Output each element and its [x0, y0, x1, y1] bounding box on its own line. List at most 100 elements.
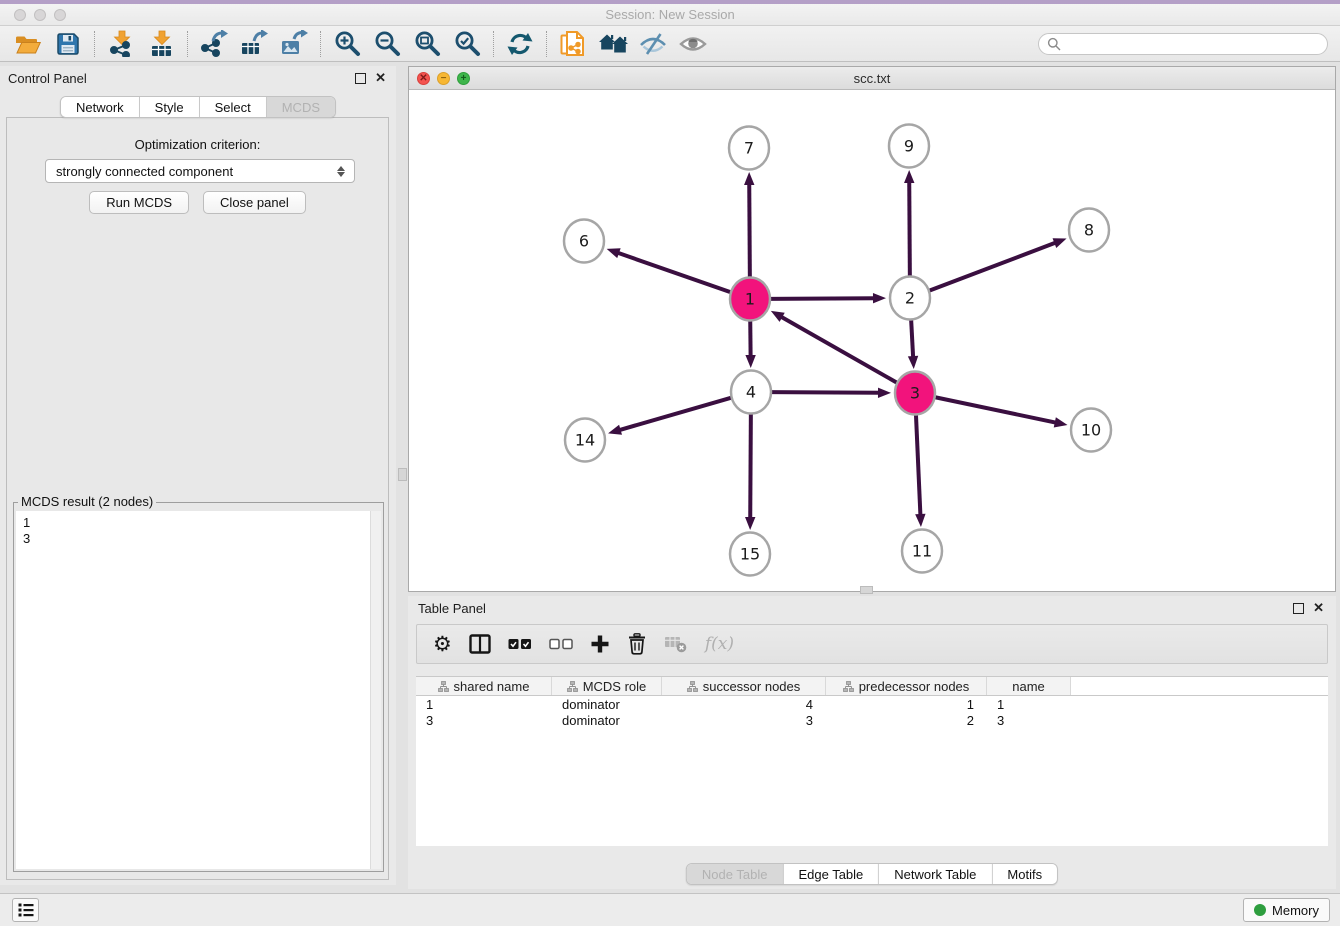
mcds-result-title: MCDS result (2 nodes): [18, 494, 156, 509]
node-label-7: 7: [744, 139, 754, 158]
edge-3-1[interactable]: [780, 316, 897, 383]
node-label-9: 9: [904, 137, 914, 156]
mcds-result-list[interactable]: 1 3: [16, 511, 370, 869]
column-header-successor-nodes[interactable]: successor nodes: [662, 677, 826, 695]
edge-4-14[interactable]: [619, 398, 732, 431]
save-session-button[interactable]: [48, 28, 88, 60]
control-panel-header: Control Panel ✕: [0, 66, 396, 92]
export-image-button[interactable]: [274, 28, 314, 60]
attribute-icon: [438, 681, 449, 692]
delete-column-icon[interactable]: [627, 633, 647, 655]
arrowhead-icon: [745, 517, 755, 530]
cell-name: 1: [987, 697, 1071, 712]
edge-2-9[interactable]: [909, 181, 910, 278]
hide-graphics-details-button[interactable]: [633, 28, 673, 60]
open-session-button[interactable]: [8, 28, 48, 60]
toolbar-separator: [187, 31, 188, 57]
apply-layout-button[interactable]: [500, 28, 540, 60]
column-header-predecessor-nodes[interactable]: predecessor nodes: [826, 677, 987, 695]
export-table-button[interactable]: [234, 28, 274, 60]
horizontal-splitter-handle[interactable]: [860, 586, 873, 594]
export-network-button[interactable]: [194, 28, 234, 60]
network-canvas[interactable]: 1234678910111415: [409, 90, 1335, 591]
table-row[interactable]: 1 dominator 4 1 1: [416, 696, 1328, 712]
deselect-all-columns-icon[interactable]: [549, 638, 573, 650]
column-header-mcds-role[interactable]: MCDS role: [552, 677, 662, 695]
float-table-panel-icon[interactable]: [1293, 603, 1304, 614]
column-header-shared-name[interactable]: shared name: [416, 677, 552, 695]
zoom-in-button[interactable]: [327, 28, 367, 60]
arrowhead-icon: [771, 311, 785, 322]
cell-name: 3: [987, 713, 1071, 728]
show-graphics-details-button[interactable]: [673, 28, 713, 60]
tab-mcds[interactable]: MCDS: [267, 97, 335, 117]
table-panel-title: Table Panel: [418, 601, 486, 616]
edge-2-8[interactable]: [929, 242, 1057, 290]
vertical-splitter-handle[interactable]: [398, 468, 407, 481]
import-table-icon: [148, 30, 175, 57]
home-button[interactable]: [593, 28, 633, 60]
add-column-icon[interactable]: [590, 634, 610, 654]
zoom-fit-button[interactable]: [407, 28, 447, 60]
node-table-header: shared name MCDS role successor nodes pr…: [416, 677, 1328, 696]
network-window-titlebar[interactable]: ✕ − + scc.txt: [409, 67, 1335, 90]
node-table: shared name MCDS role successor nodes pr…: [416, 676, 1328, 846]
node-label-15: 15: [740, 545, 760, 564]
edge-4-15[interactable]: [750, 412, 751, 519]
toolbar-separator: [94, 31, 95, 57]
run-mcds-button[interactable]: Run MCDS: [89, 191, 189, 214]
toolbar-separator: [546, 31, 547, 57]
edge-3-10[interactable]: [935, 397, 1057, 423]
edge-1-2[interactable]: [770, 298, 875, 299]
memory-button[interactable]: Memory: [1243, 898, 1330, 922]
network-file-button[interactable]: [553, 28, 593, 60]
select-stepper-icon: [334, 163, 348, 179]
network-file-icon: [559, 30, 587, 58]
table-settings-gear-icon[interactable]: ⚙: [433, 634, 452, 655]
memory-status-icon: [1254, 904, 1266, 916]
tab-edge-table[interactable]: Edge Table: [783, 864, 879, 884]
search-input[interactable]: [1061, 35, 1327, 53]
result-scrollbar[interactable]: [370, 511, 381, 869]
edge-1-7[interactable]: [749, 183, 750, 279]
arrowhead-icon: [744, 172, 754, 185]
edge-1-6[interactable]: [617, 253, 731, 293]
close-panel-button[interactable]: Close panel: [203, 191, 306, 214]
tab-node-table[interactable]: Node Table: [687, 864, 784, 884]
import-network-button[interactable]: [101, 28, 141, 60]
tab-select[interactable]: Select: [200, 97, 267, 117]
tab-motifs[interactable]: Motifs: [992, 864, 1057, 884]
table-toolbar: ⚙: [416, 624, 1328, 664]
tab-network[interactable]: Network: [61, 97, 140, 117]
mcds-result-item: 1: [23, 515, 363, 531]
criterion-select[interactable]: strongly connected component: [45, 159, 355, 183]
zoom-fit-icon: [414, 30, 441, 57]
column-header-name[interactable]: name: [987, 677, 1071, 695]
tab-network-table[interactable]: Network Table: [879, 864, 992, 884]
node-label-11: 11: [912, 542, 932, 561]
float-panel-icon[interactable]: [355, 73, 366, 84]
cell-successor-nodes: 4: [662, 697, 826, 712]
import-network-icon: [108, 30, 135, 57]
zoom-selected-button[interactable]: [447, 28, 487, 60]
tab-style[interactable]: Style: [140, 97, 200, 117]
show-columns-icon[interactable]: [469, 634, 491, 654]
arrowhead-icon: [908, 356, 918, 369]
arrowhead-icon: [608, 425, 622, 435]
close-table-panel-icon[interactable]: ✕: [1313, 600, 1324, 616]
close-panel-icon[interactable]: ✕: [375, 70, 386, 86]
node-label-2: 2: [905, 289, 915, 308]
network-graph[interactable]: 1234678910111415: [409, 90, 1335, 591]
edge-4-3[interactable]: [771, 392, 880, 393]
edge-2-3[interactable]: [911, 318, 913, 358]
select-all-columns-icon[interactable]: [508, 638, 532, 650]
refresh-icon: [507, 31, 533, 57]
import-table-button[interactable]: [141, 28, 181, 60]
zoom-out-button[interactable]: [367, 28, 407, 60]
eye-icon: [679, 33, 707, 55]
edge-3-11[interactable]: [916, 413, 921, 516]
task-history-button[interactable]: [12, 898, 39, 922]
control-panel-tabs: Network Style Select MCDS: [60, 96, 336, 118]
search-field[interactable]: [1038, 33, 1328, 55]
table-row[interactable]: 3 dominator 3 2 3: [416, 712, 1328, 728]
